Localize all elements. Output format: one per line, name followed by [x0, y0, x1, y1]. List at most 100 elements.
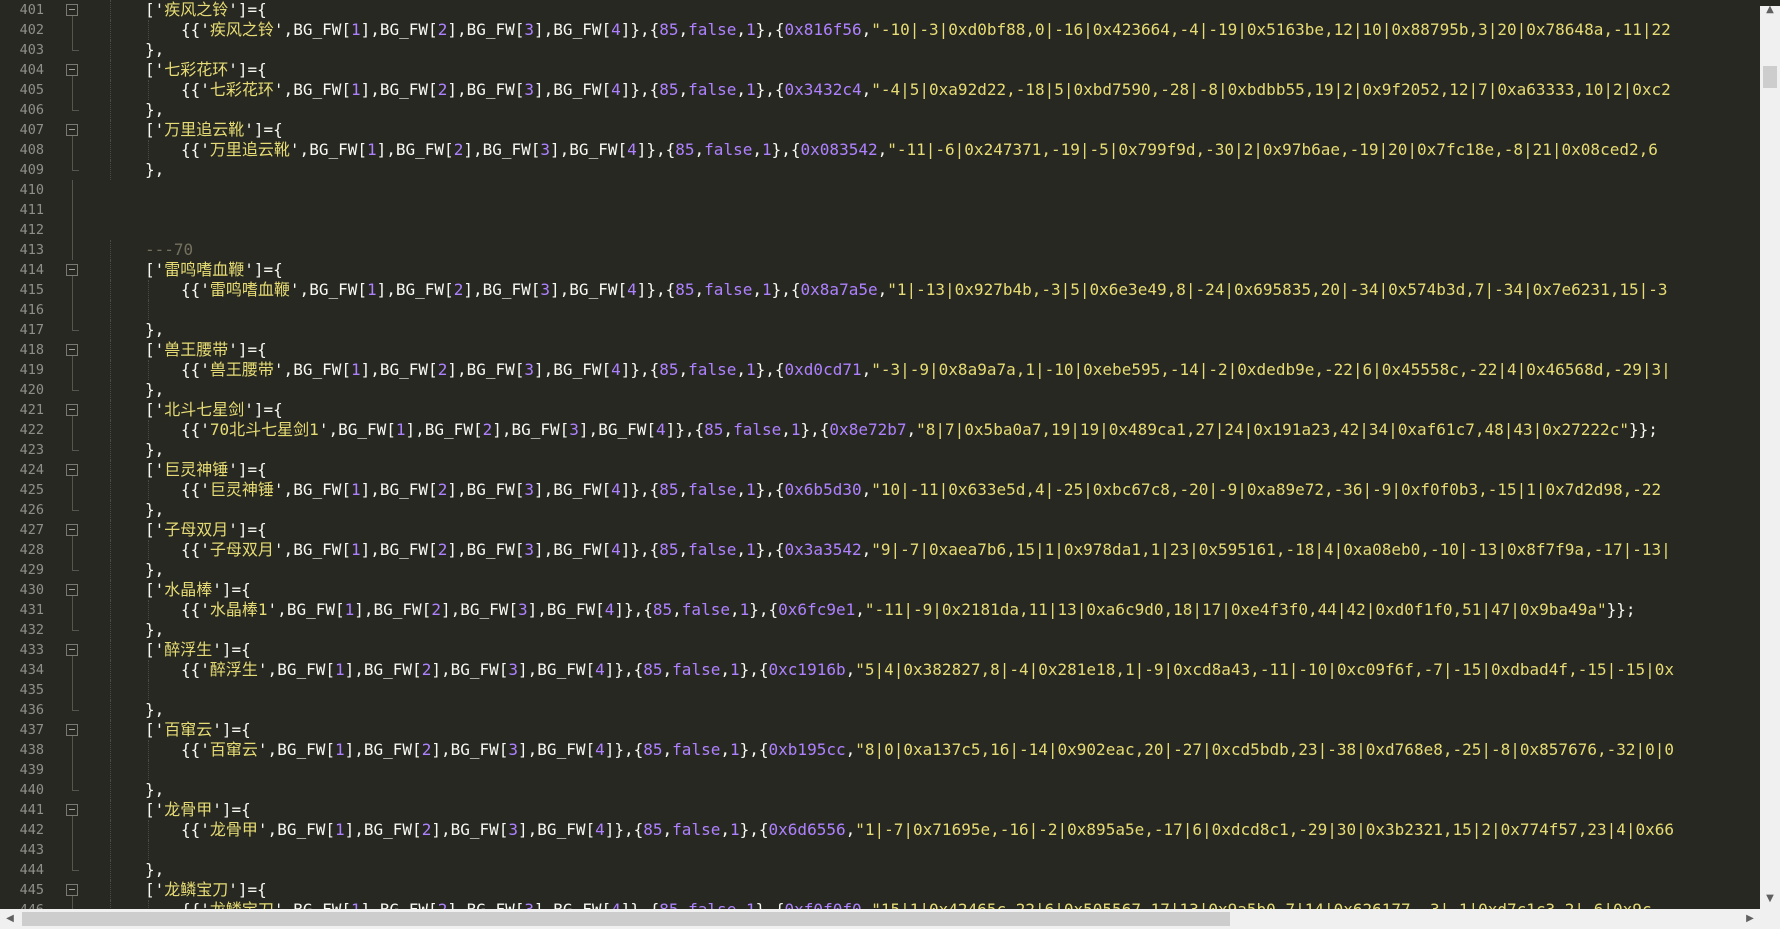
fold-toggle-icon[interactable]: [66, 464, 78, 476]
code-text[interactable]: {{'龙骨甲',BG_FW[1],BG_FW[2],BG_FW[3],BG_FW…: [181, 820, 1674, 840]
code-line[interactable]: 445 ['龙鳞宝刀']={: [0, 880, 1760, 900]
code-line[interactable]: 440},: [0, 780, 1760, 800]
fold-toggle-icon[interactable]: [66, 344, 78, 356]
code-line[interactable]: 429},: [0, 560, 1760, 580]
code-editor[interactable]: 401 ['疾风之铃']={402 {{'疾风之铃',BG_FW[1],BG_FW[…: [0, 0, 1760, 909]
code-line[interactable]: 435: [0, 680, 1760, 700]
scroll-right-icon[interactable]: ▶: [1740, 909, 1760, 929]
code-text[interactable]: },: [145, 560, 164, 580]
fold-toggle-icon[interactable]: [66, 724, 78, 736]
code-line[interactable]: 425 {{'巨灵神锤',BG_FW[1],BG_FW[2],BG_FW[3],B…: [0, 480, 1760, 500]
code-text[interactable]: {{'子母双月',BG_FW[1],BG_FW[2],BG_FW[3],BG_F…: [181, 540, 1671, 560]
code-text[interactable]: {{'水晶棒1',BG_FW[1],BG_FW[2],BG_FW[3],BG_F…: [181, 600, 1636, 620]
code-text[interactable]: },: [145, 500, 164, 520]
code-line[interactable]: 411: [0, 200, 1760, 220]
code-line[interactable]: 412: [0, 220, 1760, 240]
code-line[interactable]: 404 ['七彩花环']={: [0, 60, 1760, 80]
code-text[interactable]: },: [145, 780, 164, 800]
code-line[interactable]: 403},: [0, 40, 1760, 60]
fold-toggle-icon[interactable]: [66, 264, 78, 276]
horizontal-scrollbar[interactable]: ◀ ▶: [0, 909, 1760, 929]
code-line[interactable]: 438 {{'百窜云',BG_FW[1],BG_FW[2],BG_FW[3],BG…: [0, 740, 1760, 760]
code-text[interactable]: ---70: [145, 240, 193, 260]
code-line[interactable]: 423},: [0, 440, 1760, 460]
code-text[interactable]: ['百窜云']={: [145, 720, 251, 740]
code-line[interactable]: 426},: [0, 500, 1760, 520]
code-text[interactable]: ['子母双月']={: [145, 520, 267, 540]
code-text[interactable]: {{'万里追云靴',BG_FW[1],BG_FW[2],BG_FW[3],BG_…: [181, 140, 1658, 160]
fold-toggle-icon[interactable]: [66, 524, 78, 536]
code-line[interactable]: 407 ['万里追云靴']={: [0, 120, 1760, 140]
code-line[interactable]: 439: [0, 760, 1760, 780]
fold-toggle-icon[interactable]: [66, 884, 78, 896]
code-line[interactable]: 434 {{'醉浮生',BG_FW[1],BG_FW[2],BG_FW[3],BG…: [0, 660, 1760, 680]
code-line[interactable]: 418 ['兽王腰带']={: [0, 340, 1760, 360]
code-line[interactable]: 430 ['水晶棒']={: [0, 580, 1760, 600]
code-text[interactable]: {{'兽王腰带',BG_FW[1],BG_FW[2],BG_FW[3],BG_F…: [181, 360, 1671, 380]
code-line[interactable]: 413 ---70: [0, 240, 1760, 260]
code-line[interactable]: 408 {{'万里追云靴',BG_FW[1],BG_FW[2],BG_FW[3],…: [0, 140, 1760, 160]
fold-toggle-icon[interactable]: [66, 644, 78, 656]
code-line[interactable]: 420},: [0, 380, 1760, 400]
code-text[interactable]: },: [145, 320, 164, 340]
code-text[interactable]: },: [145, 160, 164, 180]
code-text[interactable]: },: [145, 40, 164, 60]
vertical-scroll-thumb[interactable]: [1763, 66, 1777, 88]
code-text[interactable]: ['万里追云靴']={: [145, 120, 283, 140]
code-line[interactable]: 414 ['雷鸣嗜血鞭']={: [0, 260, 1760, 280]
scroll-down-icon[interactable]: ▼: [1760, 889, 1780, 909]
fold-toggle-icon[interactable]: [66, 64, 78, 76]
scroll-up-icon[interactable]: ▲: [1760, 0, 1780, 20]
code-line[interactable]: 437 ['百窜云']={: [0, 720, 1760, 740]
code-text[interactable]: {{'醉浮生',BG_FW[1],BG_FW[2],BG_FW[3],BG_FW…: [181, 660, 1674, 680]
code-text[interactable]: ['北斗七星剑']={: [145, 400, 283, 420]
code-text[interactable]: {{'疾风之铃',BG_FW[1],BG_FW[2],BG_FW[3],BG_F…: [181, 20, 1671, 40]
code-line[interactable]: 401 ['疾风之铃']={: [0, 0, 1760, 20]
code-text[interactable]: ['龙鳞宝刀']={: [145, 880, 267, 900]
code-line[interactable]: 427 ['子母双月']={: [0, 520, 1760, 540]
code-line[interactable]: 409},: [0, 160, 1760, 180]
code-line[interactable]: 442 {{'龙骨甲',BG_FW[1],BG_FW[2],BG_FW[3],BG…: [0, 820, 1760, 840]
code-line[interactable]: 416: [0, 300, 1760, 320]
code-line[interactable]: 424 ['巨灵神锤']={: [0, 460, 1760, 480]
fold-toggle-icon[interactable]: [66, 804, 78, 816]
code-text[interactable]: {{'龙鳞宝刀',BG_FW[1],BG_FW[2],BG_FW[3],BG_F…: [181, 900, 1652, 909]
code-line[interactable]: 405 {{'七彩花环',BG_FW[1],BG_FW[2],BG_FW[3],B…: [0, 80, 1760, 100]
fold-toggle-icon[interactable]: [66, 584, 78, 596]
code-line[interactable]: 444},: [0, 860, 1760, 880]
code-line[interactable]: 410: [0, 180, 1760, 200]
code-text[interactable]: {{'巨灵神锤',BG_FW[1],BG_FW[2],BG_FW[3],BG_F…: [181, 480, 1661, 500]
code-text[interactable]: {{'七彩花环',BG_FW[1],BG_FW[2],BG_FW[3],BG_F…: [181, 80, 1671, 100]
code-text[interactable]: ['兽王腰带']={: [145, 340, 267, 360]
scroll-left-icon[interactable]: ◀: [0, 909, 20, 929]
code-text[interactable]: },: [145, 380, 164, 400]
code-text[interactable]: },: [145, 440, 164, 460]
code-text[interactable]: ['雷鸣嗜血鞭']={: [145, 260, 283, 280]
code-text[interactable]: },: [145, 620, 164, 640]
fold-toggle-icon[interactable]: [66, 404, 78, 416]
code-line[interactable]: 422 {{'70北斗七星剑1',BG_FW[1],BG_FW[2],BG_FW[…: [0, 420, 1760, 440]
fold-toggle-icon[interactable]: [66, 124, 78, 136]
code-line[interactable]: 432},: [0, 620, 1760, 640]
code-line[interactable]: 417},: [0, 320, 1760, 340]
code-text[interactable]: {{'百窜云',BG_FW[1],BG_FW[2],BG_FW[3],BG_FW…: [181, 740, 1674, 760]
code-text[interactable]: ['水晶棒']={: [145, 580, 251, 600]
code-line[interactable]: 431 {{'水晶棒1',BG_FW[1],BG_FW[2],BG_FW[3],B…: [0, 600, 1760, 620]
code-text[interactable]: ['疾风之铃']={: [145, 0, 267, 20]
code-line[interactable]: 406},: [0, 100, 1760, 120]
code-line[interactable]: 402 {{'疾风之铃',BG_FW[1],BG_FW[2],BG_FW[3],B…: [0, 20, 1760, 40]
code-line[interactable]: 415 {{'雷鸣嗜血鞭',BG_FW[1],BG_FW[2],BG_FW[3],…: [0, 280, 1760, 300]
code-text[interactable]: ['醉浮生']={: [145, 640, 251, 660]
fold-toggle-icon[interactable]: [66, 4, 78, 16]
code-text[interactable]: ['巨灵神锤']={: [145, 460, 267, 480]
code-line[interactable]: 428 {{'子母双月',BG_FW[1],BG_FW[2],BG_FW[3],B…: [0, 540, 1760, 560]
code-text[interactable]: {{'雷鸣嗜血鞭',BG_FW[1],BG_FW[2],BG_FW[3],BG_…: [181, 280, 1668, 300]
vertical-scrollbar[interactable]: ▲ ▼: [1760, 0, 1780, 909]
code-line[interactable]: 441 ['龙骨甲']={: [0, 800, 1760, 820]
code-line[interactable]: 433 ['醉浮生']={: [0, 640, 1760, 660]
code-line[interactable]: 421 ['北斗七星剑']={: [0, 400, 1760, 420]
code-line[interactable]: 446{{'龙鳞宝刀',BG_FW[1],BG_FW[2],BG_FW[3],B…: [0, 900, 1760, 909]
code-text[interactable]: },: [145, 100, 164, 120]
code-line[interactable]: 436},: [0, 700, 1760, 720]
code-text[interactable]: },: [145, 860, 164, 880]
